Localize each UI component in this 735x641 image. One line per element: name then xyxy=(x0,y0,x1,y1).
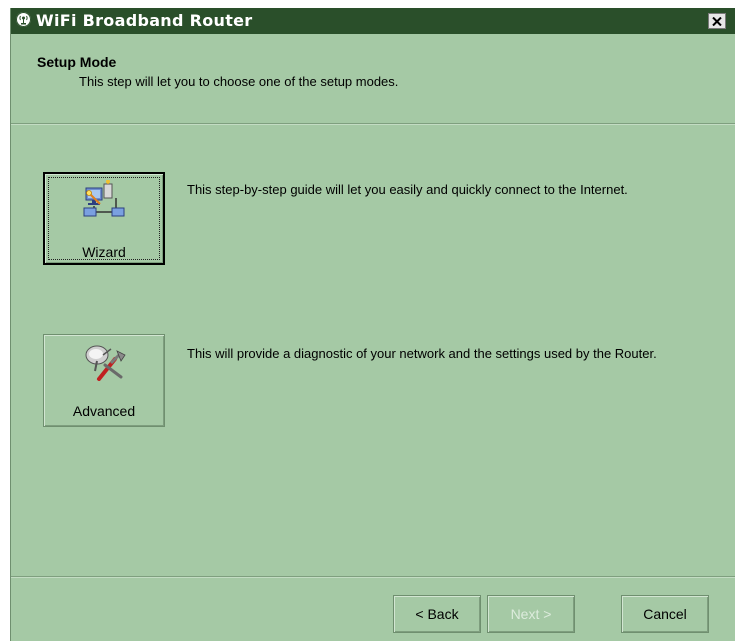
back-button[interactable]: < Back xyxy=(393,595,481,633)
wizard-button[interactable]: Wizard xyxy=(43,172,165,265)
wizard-description: This step-by-step guide will let you eas… xyxy=(187,182,628,197)
footer-divider xyxy=(11,576,735,578)
advanced-description: This will provide a diagnostic of your n… xyxy=(187,346,657,361)
dialog-header: Setup Mode This step will let you to cho… xyxy=(11,34,735,123)
setup-dialog: WiFi Broadband Router Setup Mode This st… xyxy=(10,8,735,641)
satellite-tools-icon xyxy=(85,345,126,381)
cancel-button[interactable]: Cancel xyxy=(621,595,709,633)
window-title: WiFi Broadband Router xyxy=(36,11,253,30)
page-title: Setup Mode xyxy=(37,54,117,70)
wizard-label: Wizard xyxy=(82,244,126,260)
header-divider xyxy=(11,123,735,125)
next-button[interactable]: Next > xyxy=(487,595,575,633)
router-antenna-icon xyxy=(16,12,31,27)
title-bar[interactable]: WiFi Broadband Router xyxy=(11,8,735,34)
network-wizard-icon xyxy=(83,180,125,217)
page-subtitle: This step will let you to choose one of … xyxy=(79,74,399,89)
close-button[interactable] xyxy=(708,13,726,29)
advanced-label: Advanced xyxy=(72,403,136,419)
advanced-button[interactable]: Advanced xyxy=(43,334,165,427)
close-x-icon xyxy=(712,16,722,26)
